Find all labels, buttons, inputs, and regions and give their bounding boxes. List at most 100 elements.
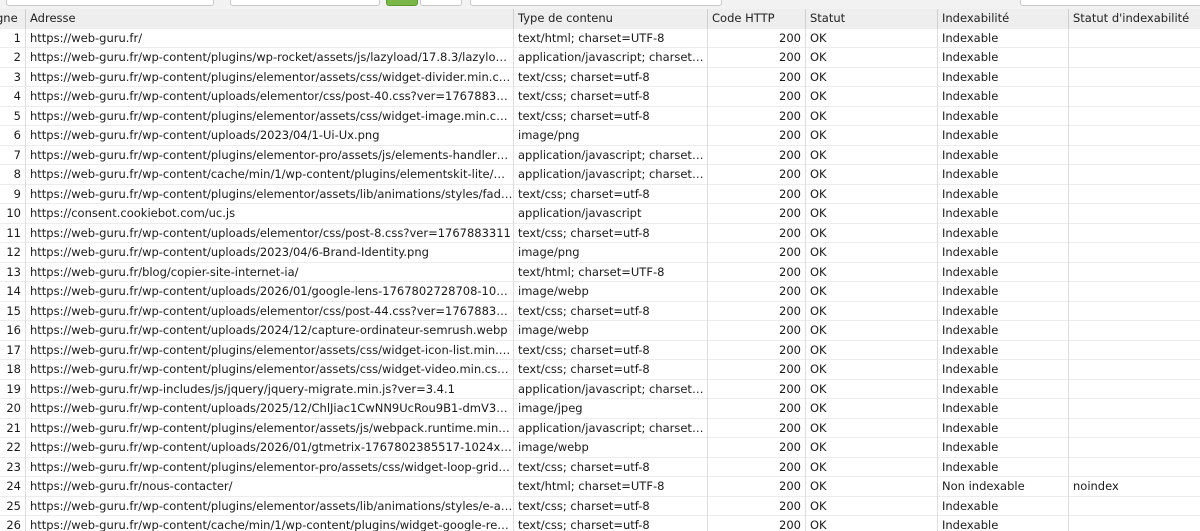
cell-status: OK bbox=[806, 399, 938, 419]
toolbar-button[interactable] bbox=[420, 0, 462, 6]
cell-indexability: Indexable bbox=[938, 184, 1069, 204]
cell-address: https://web-guru.fr/wp-content/plugins/e… bbox=[26, 67, 514, 87]
cell-http-code: 200 bbox=[708, 301, 806, 321]
cell-content-type: application/javascript; charset=utf-8 bbox=[514, 48, 708, 68]
cell-content-type: text/css; charset=utf-8 bbox=[514, 457, 708, 477]
toolbar-dropdown[interactable] bbox=[230, 0, 380, 6]
cell-indexability: Indexable bbox=[938, 243, 1069, 263]
cell-status: OK bbox=[806, 301, 938, 321]
cell-address: https://web-guru.fr/wp-content/plugins/e… bbox=[26, 340, 514, 360]
cell-line-number: 17 bbox=[0, 340, 26, 360]
table-row[interactable]: 7 https://web-guru.fr/wp-content/plugins/… bbox=[0, 145, 1200, 165]
table-row[interactable]: 22 https://web-guru.fr/wp-content/uploads… bbox=[0, 438, 1200, 458]
cell-http-code: 200 bbox=[708, 48, 806, 68]
table-row[interactable]: 8 https://web-guru.fr/wp-content/cache/mi… bbox=[0, 165, 1200, 185]
cell-line-number: 5 bbox=[0, 106, 26, 126]
cell-status: OK bbox=[806, 145, 938, 165]
cell-address: https://web-guru.fr/wp-content/plugins/e… bbox=[26, 418, 514, 438]
cell-content-type: text/css; charset=utf-8 bbox=[514, 496, 708, 516]
cell-content-type: image/png bbox=[514, 126, 708, 146]
cell-indexability-status bbox=[1069, 68, 1200, 88]
column-header-address[interactable]: Adresse bbox=[26, 9, 514, 29]
table-row[interactable]: 14 https://web-guru.fr/wp-content/uploads… bbox=[0, 282, 1200, 302]
cell-content-type: text/css; charset=utf-8 bbox=[514, 516, 708, 531]
cell-address: https://web-guru.fr/wp-content/uploads/e… bbox=[26, 301, 514, 321]
cell-indexability: Indexable bbox=[938, 67, 1069, 87]
toolbar-search-field[interactable] bbox=[1020, 0, 1200, 6]
table-row[interactable]: 25 https://web-guru.fr/wp-content/plugins… bbox=[0, 496, 1200, 516]
cell-content-type: text/css; charset=utf-8 bbox=[514, 67, 708, 87]
column-header-http-code[interactable]: Code HTTP bbox=[708, 9, 806, 29]
cell-line-number: 9 bbox=[0, 184, 26, 204]
cell-address: https://web-guru.fr/ bbox=[26, 28, 514, 48]
cell-status: OK bbox=[806, 496, 938, 516]
table-row[interactable]: 10 https://consent.cookiebot.com/uc.js app… bbox=[0, 204, 1200, 224]
table-row[interactable]: 6 https://web-guru.fr/wp-content/uploads/… bbox=[0, 126, 1200, 146]
table-row[interactable]: 15 https://web-guru.fr/wp-content/uploads… bbox=[0, 301, 1200, 321]
column-header-line[interactable]: gne bbox=[0, 9, 26, 29]
cell-indexability: Indexable bbox=[938, 87, 1069, 107]
table-row[interactable]: 2 https://web-guru.fr/wp-content/plugins/… bbox=[0, 48, 1200, 68]
cell-indexability-status bbox=[1069, 516, 1200, 531]
cell-http-code: 200 bbox=[708, 282, 806, 302]
cell-http-code: 200 bbox=[708, 67, 806, 87]
cell-indexability: Indexable bbox=[938, 145, 1069, 165]
cell-http-code: 200 bbox=[708, 28, 806, 48]
cell-status: OK bbox=[806, 67, 938, 87]
toolbar-filter-field[interactable] bbox=[470, 0, 722, 6]
cell-address: https://web-guru.fr/wp-content/plugins/e… bbox=[26, 457, 514, 477]
table-row[interactable]: 5 https://web-guru.fr/wp-content/plugins/… bbox=[0, 106, 1200, 126]
table-row[interactable]: 20 https://web-guru.fr/wp-content/uploads… bbox=[0, 399, 1200, 419]
cell-indexability-status bbox=[1069, 438, 1200, 458]
column-header-indexability[interactable]: Indexabilité bbox=[938, 9, 1069, 29]
cell-indexability-status bbox=[1069, 204, 1200, 224]
table-row[interactable]: 12 https://web-guru.fr/wp-content/uploads… bbox=[0, 243, 1200, 263]
table-row[interactable]: 19 https://web-guru.fr/wp-includes/js/jqu… bbox=[0, 379, 1200, 399]
cell-http-code: 200 bbox=[708, 379, 806, 399]
cell-address: https://web-guru.fr/wp-content/plugins/e… bbox=[26, 106, 514, 126]
column-header-content-type[interactable]: Type de contenu bbox=[514, 9, 708, 29]
cell-content-type: text/css; charset=utf-8 bbox=[514, 184, 708, 204]
cell-indexability: Indexable bbox=[938, 262, 1069, 282]
table-row[interactable]: 16 https://web-guru.fr/wp-content/uploads… bbox=[0, 321, 1200, 341]
cell-status: OK bbox=[806, 477, 938, 497]
cell-address: https://web-guru.fr/wp-content/uploads/2… bbox=[26, 126, 514, 146]
table-row[interactable]: 3 https://web-guru.fr/wp-content/plugins/… bbox=[0, 67, 1200, 88]
cell-line-number: 7 bbox=[0, 145, 26, 165]
cell-indexability-status bbox=[1069, 321, 1200, 341]
cell-address: https://web-guru.fr/wp-content/cache/min… bbox=[26, 165, 514, 185]
cell-address: https://web-guru.fr/wp-content/plugins/e… bbox=[26, 145, 514, 165]
table-row[interactable]: 26 https://web-guru.fr/wp-content/cache/m… bbox=[0, 516, 1200, 531]
cell-content-type: text/css; charset=utf-8 bbox=[514, 106, 708, 126]
cell-status: OK bbox=[806, 321, 938, 341]
table-row[interactable]: 24 https://web-guru.fr/nous-contacter/tex… bbox=[0, 477, 1200, 497]
table-row[interactable]: 23 https://web-guru.fr/wp-content/plugins… bbox=[0, 457, 1200, 477]
cell-status: OK bbox=[806, 282, 938, 302]
table-row[interactable]: 1 https://web-guru.fr/text/html; charset=… bbox=[0, 28, 1200, 48]
table-row[interactable]: 9 https://web-guru.fr/wp-content/plugins/… bbox=[0, 184, 1200, 204]
cell-line-number: 12 bbox=[0, 243, 26, 263]
cell-address: https://web-guru.fr/wp-content/uploads/2… bbox=[26, 321, 514, 341]
table-row[interactable]: 17 https://web-guru.fr/wp-content/plugins… bbox=[0, 340, 1200, 360]
cell-indexability: Indexable bbox=[938, 340, 1069, 360]
cell-content-type: text/css; charset=utf-8 bbox=[514, 360, 708, 380]
cell-indexability-status bbox=[1069, 399, 1200, 419]
table-row[interactable]: 13 https://web-guru.fr/blog/copier-site-i… bbox=[0, 262, 1200, 283]
cell-indexability: Indexable bbox=[938, 48, 1069, 68]
cell-indexability-status bbox=[1069, 263, 1200, 283]
cell-address: https://web-guru.fr/wp-content/uploads/2… bbox=[26, 282, 514, 302]
table-row[interactable]: 21 https://web-guru.fr/wp-content/plugins… bbox=[0, 418, 1200, 438]
toolbar-dropdown[interactable] bbox=[6, 0, 214, 6]
table-row[interactable]: 4 https://web-guru.fr/wp-content/uploads/… bbox=[0, 87, 1200, 107]
column-header-indexability-status[interactable]: Statut d'indexabilité bbox=[1069, 9, 1200, 29]
cell-http-code: 200 bbox=[708, 87, 806, 107]
cell-line-number: 15 bbox=[0, 301, 26, 321]
table-row[interactable]: 18 https://web-guru.fr/wp-content/plugins… bbox=[0, 360, 1200, 380]
cell-content-type: text/css; charset=utf-8 bbox=[514, 340, 708, 360]
column-header-status[interactable]: Statut bbox=[806, 9, 938, 29]
cell-status: OK bbox=[806, 379, 938, 399]
table-row[interactable]: 11 https://web-guru.fr/wp-content/uploads… bbox=[0, 223, 1200, 243]
cell-indexability: Non indexable bbox=[938, 477, 1069, 497]
toolbar-action-button[interactable] bbox=[386, 0, 418, 6]
cell-indexability-status bbox=[1069, 243, 1200, 263]
